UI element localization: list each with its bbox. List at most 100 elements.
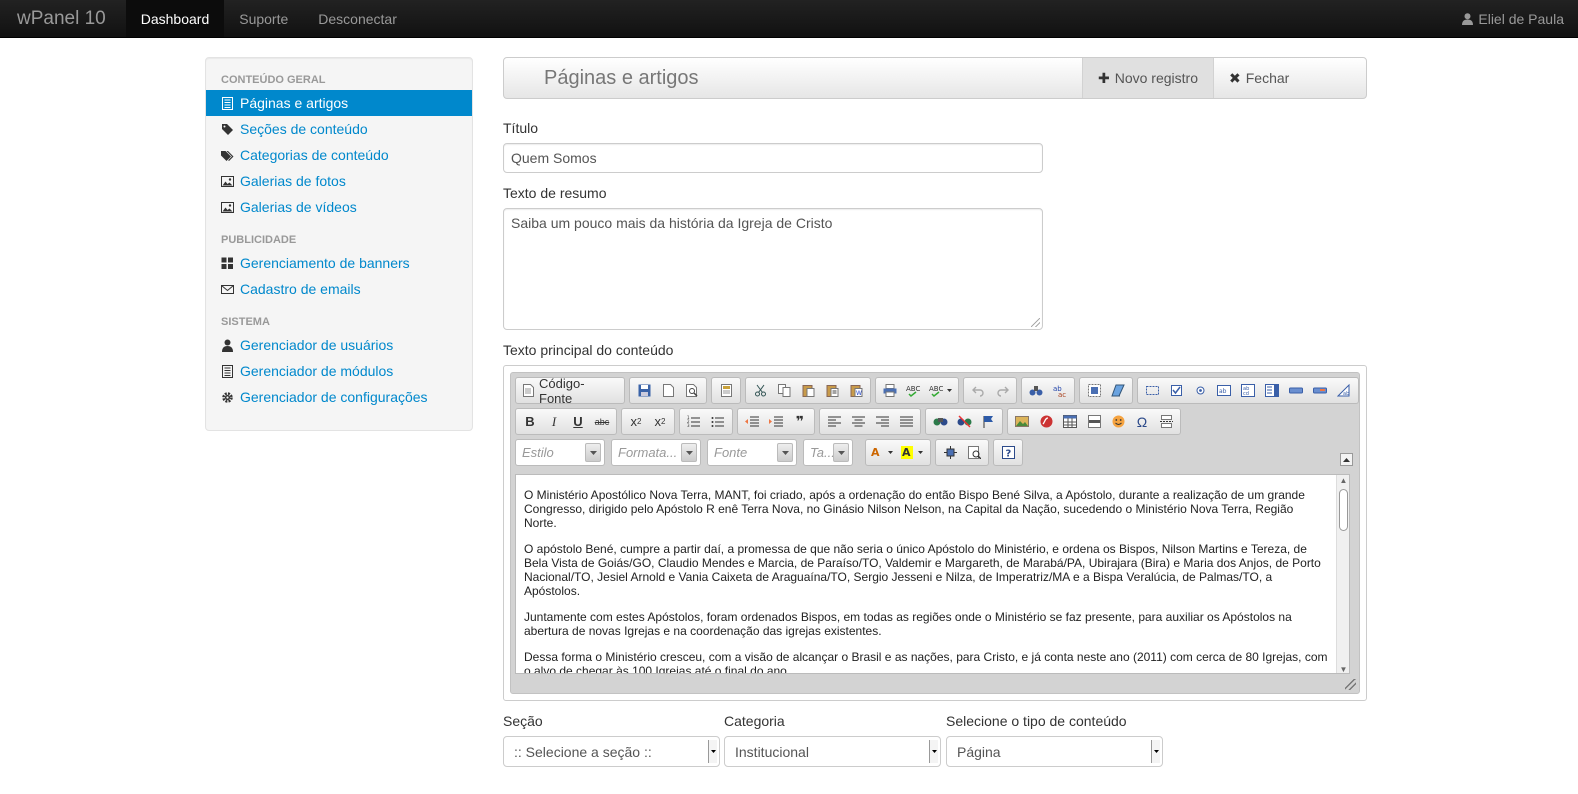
- link-icon[interactable]: [929, 411, 951, 432]
- sidebar-item-galerias-fotos[interactable]: Galerias de fotos: [206, 168, 472, 194]
- sidebar-item-configuracoes[interactable]: Gerenciador de configurações: [206, 384, 472, 410]
- sidebar-item-label: Gerenciador de usuários: [240, 337, 394, 353]
- scroll-up-icon[interactable]: ▲: [1339, 476, 1348, 485]
- sidebar-item-paginas[interactable]: Páginas e artigos: [206, 90, 472, 116]
- scroll-thumb[interactable]: [1339, 489, 1348, 531]
- content-type-select[interactable]: Página: [946, 736, 1163, 767]
- anchor-icon[interactable]: [977, 411, 999, 432]
- font-size-combo[interactable]: Ta...: [803, 439, 853, 466]
- redo-icon[interactable]: [991, 380, 1013, 401]
- blockquote-icon[interactable]: ❞: [789, 411, 811, 432]
- paste-icon[interactable]: [797, 380, 819, 401]
- bulleted-list-icon[interactable]: [707, 411, 729, 432]
- button-field-icon[interactable]: [1285, 380, 1307, 401]
- spellcheck-icon[interactable]: ABC: [903, 380, 925, 401]
- resize-handle[interactable]: [1031, 318, 1040, 327]
- image-button-icon[interactable]: [1309, 380, 1331, 401]
- nav-desconectar[interactable]: Desconectar: [303, 0, 412, 37]
- user-menu[interactable]: Eliel de Paula: [1462, 0, 1578, 37]
- find-icon[interactable]: [1025, 380, 1047, 401]
- outdent-icon[interactable]: [741, 411, 763, 432]
- close-icon: ✖: [1229, 69, 1241, 86]
- image-icon[interactable]: [1011, 411, 1033, 432]
- cut-icon[interactable]: [749, 380, 771, 401]
- save-icon[interactable]: [633, 380, 655, 401]
- brand-logo[interactable]: wPanel 10: [0, 0, 126, 37]
- svg-text:ABC: ABC: [906, 385, 920, 393]
- bold-icon[interactable]: B: [519, 411, 541, 432]
- help-icon[interactable]: ?: [997, 442, 1019, 463]
- preview-icon[interactable]: [681, 380, 703, 401]
- section-select[interactable]: :: Selecione a seção ::: [503, 736, 720, 767]
- subscript-icon[interactable]: x2: [625, 411, 647, 432]
- scayt-icon[interactable]: ABC: [927, 380, 955, 401]
- align-right-icon[interactable]: [871, 411, 893, 432]
- form-icon[interactable]: [1141, 380, 1163, 401]
- undo-icon[interactable]: [967, 380, 989, 401]
- maximize-icon[interactable]: [939, 442, 961, 463]
- new-record-button[interactable]: ✚ Novo registro: [1082, 58, 1213, 98]
- align-center-icon[interactable]: [847, 411, 869, 432]
- close-button[interactable]: ✖ Fechar: [1213, 58, 1366, 98]
- sidebar-item-banners[interactable]: Gerenciamento de banners: [206, 250, 472, 276]
- select-field-icon[interactable]: [1261, 380, 1283, 401]
- scroll-down-icon[interactable]: ▼: [1339, 665, 1348, 673]
- horizontal-rule-icon[interactable]: [1083, 411, 1105, 432]
- replace-icon[interactable]: ab ac: [1049, 380, 1071, 401]
- source-button[interactable]: Código-Fonte: [519, 376, 621, 406]
- special-char-icon[interactable]: Ω: [1131, 411, 1153, 432]
- table-icon[interactable]: [1059, 411, 1081, 432]
- plus-icon: ✚: [1098, 69, 1110, 86]
- new-page-icon[interactable]: [657, 380, 679, 401]
- bg-color-icon[interactable]: A: [899, 442, 927, 463]
- nav-suporte[interactable]: Suporte: [224, 0, 303, 37]
- nav-dashboard[interactable]: Dashboard: [125, 0, 225, 37]
- format-combo[interactable]: Formata...: [611, 439, 701, 466]
- strikethrough-icon[interactable]: abc: [591, 411, 613, 432]
- textfield-icon[interactable]: ab: [1213, 380, 1235, 401]
- align-justify-icon[interactable]: [895, 411, 917, 432]
- unlink-icon[interactable]: [953, 411, 975, 432]
- textarea-icon[interactable]: ab cd: [1237, 380, 1259, 401]
- flash-icon[interactable]: [1035, 411, 1057, 432]
- summary-textarea[interactable]: Saiba um pouco mais da história da Igrej…: [503, 208, 1043, 330]
- text-color-icon[interactable]: A: [869, 442, 897, 463]
- title-input[interactable]: Quem Somos: [503, 143, 1043, 173]
- title-label: Título: [503, 120, 539, 136]
- underline-icon[interactable]: U: [567, 411, 589, 432]
- sidebar-item-emails[interactable]: Cadastro de emails: [206, 276, 472, 302]
- hidden-field-icon[interactable]: ab: [1333, 380, 1355, 401]
- category-select[interactable]: Institucional: [724, 736, 941, 767]
- remove-format-icon[interactable]: [1107, 380, 1129, 401]
- editor-content[interactable]: O Ministério Apostólico Nova Terra, MANT…: [515, 474, 1350, 674]
- italic-icon[interactable]: I: [543, 411, 565, 432]
- indent-icon[interactable]: [765, 411, 787, 432]
- sidebar-item-categorias[interactable]: Categorias de conteúdo: [206, 142, 472, 168]
- sidebar-item-secoes[interactable]: Seções de conteúdo: [206, 116, 472, 142]
- editor-resize-handle[interactable]: [1345, 679, 1356, 690]
- numbered-list-icon[interactable]: 123: [683, 411, 705, 432]
- paste-word-icon[interactable]: W: [845, 380, 867, 401]
- copy-icon[interactable]: [773, 380, 795, 401]
- checkbox-icon[interactable]: [1165, 380, 1187, 401]
- sidebar-item-usuarios[interactable]: Gerenciador de usuários: [206, 332, 472, 358]
- show-blocks-icon[interactable]: [963, 442, 985, 463]
- font-combo[interactable]: Fonte: [707, 439, 797, 466]
- svg-text:A: A: [902, 446, 911, 459]
- svg-text:W: W: [856, 390, 862, 397]
- align-left-icon[interactable]: [823, 411, 845, 432]
- print-icon[interactable]: [879, 380, 901, 401]
- select-all-icon[interactable]: [1083, 380, 1105, 401]
- paste-text-icon[interactable]: [821, 380, 843, 401]
- templates-icon[interactable]: [715, 380, 737, 401]
- sidebar-item-modulos[interactable]: Gerenciador de módulos: [206, 358, 472, 384]
- smiley-icon[interactable]: [1107, 411, 1129, 432]
- style-combo[interactable]: Estilo: [515, 439, 605, 466]
- superscript-icon[interactable]: x2: [649, 411, 671, 432]
- radio-icon[interactable]: [1189, 380, 1211, 401]
- page-break-icon[interactable]: [1155, 411, 1177, 432]
- editor-scrollbar[interactable]: ▲ ▼: [1336, 475, 1349, 673]
- rich-text-editor: Código-Fonte W ABC ABC ab ac ab ab cd ab…: [503, 365, 1367, 701]
- sidebar-item-galerias-videos[interactable]: Galerias de vídeos: [206, 194, 472, 220]
- toolbar-collapse-button[interactable]: [1340, 453, 1353, 466]
